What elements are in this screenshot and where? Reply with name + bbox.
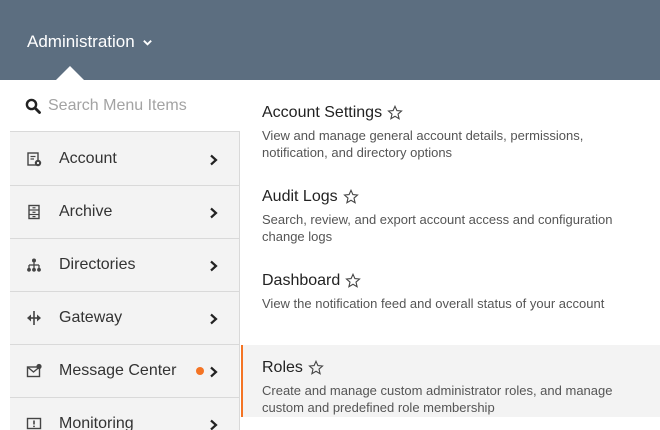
submenu-panel: Account Settings View and manage general… [241,80,660,430]
chevron-right-icon [207,153,219,166]
chevron-right-icon [207,206,219,219]
directories-icon [26,257,42,273]
notification-badge [196,367,204,375]
submenu-item-description: View the notification feed and overall s… [262,296,605,311]
administration-menu-button[interactable]: Administration [27,31,153,53]
submenu-item-dashboard[interactable]: Dashboard View the notification feed and… [241,270,660,312]
archive-icon [26,204,42,220]
submenu-item-title-row: Roles [262,357,648,379]
star-icon[interactable] [342,189,359,205]
administration-dropdown: Account Archive [10,80,660,430]
search-icon [25,98,41,114]
menu-sidebar: Account Archive [10,80,240,430]
message-center-icon [26,363,42,379]
top-bar: Administration [0,0,660,81]
sidebar-item-label: Account [59,150,117,167]
sidebar-item-directories[interactable]: Directories [10,239,240,292]
sidebar-item-label: Message Center [59,362,177,379]
submenu-item-description: View and manage general account details,… [262,128,584,160]
administration-menu-label: Administration [27,32,135,51]
submenu-item-audit-logs[interactable]: Audit Logs Search, review, and export ac… [241,186,660,245]
submenu-item-description: Search, review, and export account acces… [262,212,613,244]
sidebar-item-label: Archive [59,203,113,220]
sidebar-item-message-center[interactable]: Message Center [10,345,240,398]
gateway-icon [26,310,42,326]
submenu-item-title: Roles [262,359,303,376]
star-icon[interactable] [308,360,324,376]
submenu-item-title-row: Audit Logs [262,186,648,208]
submenu-item-title: Audit Logs [262,188,338,205]
submenu-item-title-row: Dashboard [262,270,648,292]
star-icon[interactable] [345,273,362,289]
submenu-item-account-settings[interactable]: Account Settings View and manage general… [241,102,660,161]
submenu-item-roles[interactable]: Roles Create and manage custom administr… [241,345,660,417]
submenu-item-title: Account Settings [262,104,383,121]
chevron-right-icon [207,418,219,430]
sidebar-item-archive[interactable]: Archive [10,186,240,239]
sidebar-item-gateway[interactable]: Gateway [10,292,240,345]
submenu-item-title: Dashboard [262,272,341,289]
sidebar-item-label: Gateway [59,309,123,326]
submenu-item-title-row: Account Settings [262,102,648,124]
chevron-right-icon [207,259,219,272]
dropdown-caret [55,66,85,81]
sidebar-item-label: Directories [59,256,136,273]
chevron-right-icon [207,312,219,325]
search-input[interactable] [48,96,223,115]
submenu-item-description: Create and manage custom administrator r… [262,383,613,415]
chevron-right-icon [207,365,219,378]
chevron-down-icon [142,39,152,46]
sidebar-item-account[interactable]: Account [10,133,240,186]
sidebar-item-label: Monitoring [59,415,134,430]
monitoring-icon [26,416,42,430]
search-box [10,80,240,132]
account-icon [26,151,42,167]
sidebar-item-monitoring[interactable]: Monitoring [10,398,240,430]
star-icon[interactable] [387,105,403,121]
